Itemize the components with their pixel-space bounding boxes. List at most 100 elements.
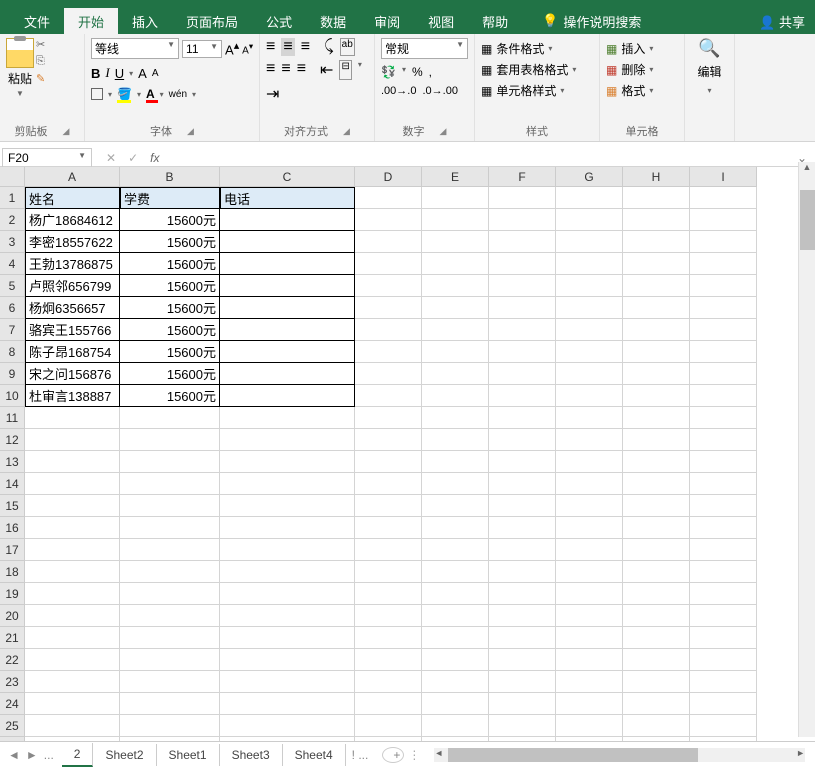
cell[interactable] bbox=[556, 429, 623, 451]
cell[interactable] bbox=[355, 495, 422, 517]
cell[interactable] bbox=[690, 363, 757, 385]
cell[interactable] bbox=[623, 385, 690, 407]
cell[interactable] bbox=[422, 627, 489, 649]
cell[interactable] bbox=[690, 473, 757, 495]
cell[interactable] bbox=[489, 385, 556, 407]
cell[interactable] bbox=[220, 319, 355, 341]
cell[interactable] bbox=[355, 561, 422, 583]
cell[interactable] bbox=[690, 517, 757, 539]
tab-view[interactable]: 视图 bbox=[414, 8, 468, 35]
cell[interactable] bbox=[556, 407, 623, 429]
cell[interactable] bbox=[220, 385, 355, 407]
align-middle-icon[interactable]: ≡ bbox=[281, 38, 294, 56]
shrink-font-icon[interactable]: A▾ bbox=[242, 41, 253, 56]
cell[interactable] bbox=[25, 649, 120, 671]
spreadsheet-grid[interactable]: ABCDEFGHI 123456789101112131415161718192… bbox=[0, 167, 815, 742]
dialog-launcher-icon[interactable]: ◢ bbox=[63, 126, 70, 137]
cell[interactable] bbox=[220, 561, 355, 583]
row-header-6[interactable]: 6 bbox=[0, 297, 25, 319]
col-header-D[interactable]: D bbox=[355, 167, 422, 187]
cell[interactable] bbox=[489, 561, 556, 583]
cell[interactable] bbox=[355, 429, 422, 451]
cell[interactable] bbox=[623, 539, 690, 561]
cell[interactable] bbox=[220, 253, 355, 275]
cell[interactable]: 李密18557622 bbox=[25, 231, 120, 253]
cell[interactable] bbox=[220, 671, 355, 693]
cell[interactable] bbox=[422, 561, 489, 583]
cell[interactable] bbox=[690, 275, 757, 297]
cell[interactable] bbox=[422, 231, 489, 253]
cell[interactable] bbox=[25, 605, 120, 627]
grow-font-icon[interactable]: A▴ bbox=[225, 39, 239, 57]
enter-icon[interactable]: ✓ bbox=[128, 151, 138, 165]
cell[interactable] bbox=[556, 275, 623, 297]
cell[interactable] bbox=[422, 341, 489, 363]
cell[interactable] bbox=[422, 319, 489, 341]
cell[interactable] bbox=[25, 671, 120, 693]
tab-file[interactable]: 文件 bbox=[10, 8, 64, 35]
cell[interactable] bbox=[556, 341, 623, 363]
cell[interactable] bbox=[355, 363, 422, 385]
cell[interactable] bbox=[556, 319, 623, 341]
cell[interactable] bbox=[690, 495, 757, 517]
cell[interactable] bbox=[690, 187, 757, 209]
cell[interactable] bbox=[556, 187, 623, 209]
col-header-I[interactable]: I bbox=[690, 167, 757, 187]
cell[interactable] bbox=[25, 715, 120, 737]
sheet-tab-sheet1[interactable]: Sheet1 bbox=[157, 744, 220, 766]
row-header-18[interactable]: 18 bbox=[0, 561, 25, 583]
cell[interactable] bbox=[623, 451, 690, 473]
cell[interactable] bbox=[556, 385, 623, 407]
col-header-F[interactable]: F bbox=[489, 167, 556, 187]
cell[interactable] bbox=[556, 495, 623, 517]
cell[interactable] bbox=[623, 253, 690, 275]
merge-cells-icon[interactable]: ⊟ bbox=[339, 60, 351, 80]
increase-font-icon[interactable]: A bbox=[138, 66, 147, 81]
cell[interactable] bbox=[355, 649, 422, 671]
cell[interactable] bbox=[623, 341, 690, 363]
cell[interactable] bbox=[556, 561, 623, 583]
cell[interactable] bbox=[355, 693, 422, 715]
cell[interactable] bbox=[623, 297, 690, 319]
row-header-15[interactable]: 15 bbox=[0, 495, 25, 517]
cell[interactable] bbox=[220, 627, 355, 649]
cell[interactable] bbox=[489, 407, 556, 429]
tab-layout[interactable]: 页面布局 bbox=[172, 8, 252, 35]
cell[interactable] bbox=[489, 275, 556, 297]
cell[interactable] bbox=[489, 429, 556, 451]
add-sheet-button[interactable]: + bbox=[382, 747, 404, 763]
cell[interactable] bbox=[220, 693, 355, 715]
col-header-E[interactable]: E bbox=[422, 167, 489, 187]
font-name-select[interactable]: 等线 ▼ bbox=[91, 38, 179, 59]
cell[interactable] bbox=[422, 605, 489, 627]
increase-indent-icon[interactable]: ⇥ bbox=[266, 84, 279, 104]
decrease-decimal-icon[interactable]: .0→.00 bbox=[422, 85, 457, 97]
paste-button[interactable]: 粘贴 ▼ bbox=[6, 38, 34, 98]
cell[interactable] bbox=[120, 649, 220, 671]
cell[interactable] bbox=[623, 495, 690, 517]
cell[interactable] bbox=[690, 561, 757, 583]
cell[interactable] bbox=[25, 561, 120, 583]
cell[interactable] bbox=[556, 363, 623, 385]
cell[interactable] bbox=[220, 363, 355, 385]
cell[interactable] bbox=[355, 451, 422, 473]
tab-data[interactable]: 数据 bbox=[306, 8, 360, 35]
cell[interactable] bbox=[355, 253, 422, 275]
border-button[interactable] bbox=[91, 88, 103, 100]
cell[interactable]: 杨广18684612 bbox=[25, 209, 120, 231]
align-left-icon[interactable]: ≡ bbox=[266, 60, 275, 80]
cell[interactable] bbox=[489, 693, 556, 715]
cell[interactable] bbox=[556, 715, 623, 737]
cell[interactable] bbox=[355, 187, 422, 209]
cell[interactable] bbox=[623, 671, 690, 693]
cell[interactable] bbox=[556, 583, 623, 605]
cell[interactable] bbox=[120, 583, 220, 605]
font-color-button[interactable]: A bbox=[146, 87, 155, 101]
cell[interactable] bbox=[120, 715, 220, 737]
cell[interactable] bbox=[556, 605, 623, 627]
cell[interactable] bbox=[556, 671, 623, 693]
phonetic-button[interactable]: wén bbox=[169, 89, 187, 100]
row-header-2[interactable]: 2 bbox=[0, 209, 25, 231]
cell[interactable] bbox=[690, 429, 757, 451]
sheet-tab-sheet4[interactable]: Sheet4 bbox=[283, 744, 346, 766]
